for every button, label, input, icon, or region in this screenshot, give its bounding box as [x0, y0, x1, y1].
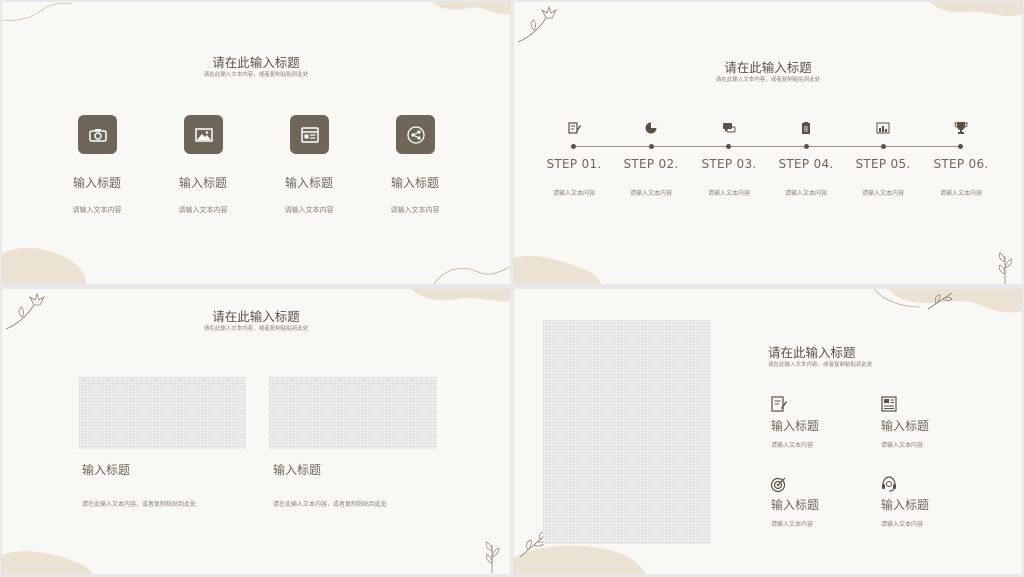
newspaper-icon [881, 396, 897, 412]
step-label: STEP 02. [623, 157, 679, 171]
item-title: 输入标题 [390, 176, 440, 190]
step-label: STEP 04. [778, 157, 834, 171]
decorative-blob-bottom-left [2, 551, 92, 574]
document-edit-icon [771, 396, 787, 412]
card-desc: 请在此输入文本内容，或者复制粘贴到此处 [273, 501, 388, 508]
step-label: STEP 06. [933, 157, 989, 171]
timeline-dot [649, 144, 654, 149]
image-icon [184, 115, 223, 154]
browser-window-icon [290, 115, 329, 154]
leaf-sprig-icon [998, 252, 1012, 284]
slide-timeline-steps[interactable]: 请在此输入标题 请在此输入文本内容，或者复制粘贴到此处 STEP 01. STE… [514, 2, 1022, 284]
step-desc: 请输入文本内容 [784, 190, 828, 197]
decorative-blob-top-right [432, 2, 510, 15]
slide-subtitle: 请在此输入文本内容，或者复制粘贴到此处 [768, 362, 873, 368]
flower-sprig-icon [517, 5, 557, 43]
item-title: 输入标题 [881, 498, 930, 512]
item-desc: 请输入文本内容 [771, 442, 814, 449]
item-desc: 请输入文本内容 [390, 206, 440, 214]
item-title: 输入标题 [771, 419, 820, 433]
timeline-dot [571, 144, 576, 149]
clipboard-icon [802, 122, 810, 134]
item-title: 输入标题 [284, 176, 334, 190]
item-desc: 请输入文本内容 [284, 206, 334, 214]
item-title: 输入标题 [881, 419, 930, 433]
step-label: STEP 01. [546, 157, 602, 171]
target-icon [770, 477, 786, 493]
chat-bubbles-icon [723, 123, 736, 133]
camera-icon [78, 115, 117, 154]
leaf-branch-icon [927, 292, 953, 310]
slide-title: 请在此输入标题 [212, 309, 300, 324]
item-desc: 请输入文本内容 [72, 206, 122, 214]
image-placeholder[interactable] [269, 377, 437, 449]
slide-subtitle: 请在此输入文本内容，或者复制粘贴到此处 [715, 77, 821, 83]
document-edit-icon [568, 122, 581, 134]
leaf-sprig-icon [485, 541, 499, 573]
timeline-line [572, 146, 960, 147]
step-desc: 请输入文本内容 [939, 190, 983, 197]
image-placeholder[interactable] [543, 320, 711, 544]
step-desc: 请输入文本内容 [861, 190, 905, 197]
step-label: STEP 05. [855, 157, 911, 171]
timeline-dot [958, 144, 963, 149]
share-icon [396, 115, 435, 154]
item-title: 输入标题 [178, 176, 228, 190]
decorative-line-bottom-right [433, 266, 510, 284]
item-desc: 请输入文本内容 [881, 442, 924, 449]
item-desc: 请输入文本内容 [178, 206, 228, 214]
slide-subtitle: 请在此输入文本内容，或者复制粘贴到此处 [203, 72, 309, 78]
bar-chart-icon [876, 122, 890, 134]
headset-icon [882, 476, 896, 492]
decorative-blob-bottom-left [514, 255, 602, 284]
timeline-dot [726, 144, 731, 149]
slide-subtitle: 请在此输入文本内容，或者复制粘贴到此处 [203, 326, 309, 332]
slide-title: 请在此输入标题 [212, 55, 300, 70]
pie-chart-icon [645, 122, 657, 134]
step-desc: 请输入文本内容 [552, 190, 596, 197]
slide-icons-four[interactable]: 请在此输入标题 请在此输入文本内容，或者复制粘贴到此处 输入标题 输入标题 输入… [2, 2, 510, 284]
step-label: STEP 03. [701, 157, 757, 171]
decorative-blob-top-right [929, 2, 1022, 16]
step-desc: 请输入文本内容 [629, 190, 673, 197]
item-desc: 请输入文本内容 [771, 521, 814, 528]
trophy-icon [954, 122, 968, 134]
card-title: 输入标题 [273, 463, 322, 477]
decorative-line-top-left [2, 2, 72, 21]
slide-title: 请在此输入标题 [724, 60, 812, 75]
decorative-blob-top-right [411, 289, 510, 302]
item-desc: 请输入文本内容 [881, 521, 924, 528]
step-desc: 请输入文本内容 [707, 190, 751, 197]
card-desc: 请在此输入文本内容，或者复制粘贴到此处 [82, 501, 197, 508]
slide-title: 请在此输入标题 [768, 345, 856, 360]
item-title: 输入标题 [771, 498, 820, 512]
image-placeholder[interactable] [79, 377, 246, 449]
slide-image-with-items[interactable]: 请在此输入标题 请在此输入文本内容，或者复制粘贴到此处 输入标题 输入标题 输入… [514, 289, 1022, 574]
timeline-dot [804, 144, 809, 149]
slide-two-image-cards[interactable]: 请在此输入标题 请在此输入文本内容，或者复制粘贴到此处 输入标题 输入标题 请在… [2, 289, 510, 574]
flower-sprig-icon [5, 292, 45, 330]
decorative-blob-bottom-left [2, 248, 87, 284]
item-title: 输入标题 [72, 176, 122, 190]
timeline-dot [881, 144, 886, 149]
card-title: 输入标题 [82, 463, 131, 477]
